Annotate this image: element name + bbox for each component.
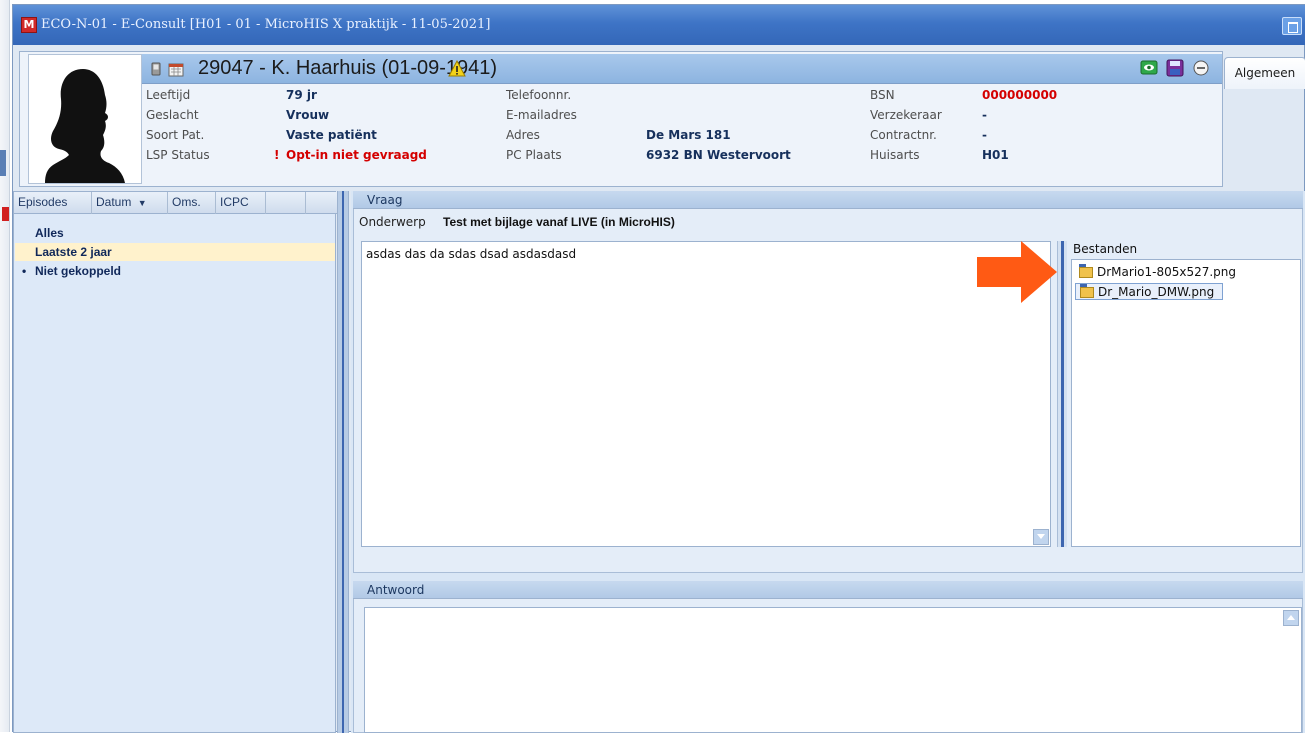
soort-pat-value: Vaste patiënt <box>286 128 377 142</box>
leeftijd-label: Leeftijd <box>146 88 191 102</box>
sort-descending-icon: ▼ <box>137 198 147 208</box>
huisarts-label: Huisarts <box>870 148 920 162</box>
column-filler <box>266 192 306 214</box>
warning-icon[interactable] <box>448 60 466 78</box>
image-file-icon <box>1079 264 1093 278</box>
restore-window-button[interactable] <box>1282 17 1302 35</box>
consult-area: Vraag Onderwerp Test met bijlage vanaf L… <box>351 191 1305 733</box>
verzekeraar-label: Verzekeraar <box>870 108 942 122</box>
patient-banner: 29047 - K. Haarhuis (01-09-1941) Leeftij… <box>19 51 1223 187</box>
vraag-body: asdas das da sdas dsad asdasdasd <box>366 247 577 261</box>
episodes-column-header: Episodes Datum ▼ Oms. ICPC <box>14 192 337 214</box>
adres-label: Adres <box>506 128 540 142</box>
onderwerp-value: Test met bijlage vanaf LIVE (in MicroHIS… <box>443 215 675 229</box>
telefoonnr-label: Telefoonnr. <box>506 88 572 102</box>
lsp-status-value[interactable]: Opt-in niet gevraagd <box>286 148 427 162</box>
column-icpc[interactable]: ICPC <box>216 192 266 214</box>
tab-algemeen[interactable]: Algemeen <box>1224 57 1305 89</box>
episode-row-niet-gekoppeld[interactable]: • Niet gekoppeld <box>15 262 335 280</box>
bestanden-label: Bestanden <box>1073 242 1138 256</box>
lsp-status-label: LSP Status <box>146 148 210 162</box>
background-window-marker <box>2 207 9 221</box>
contractnr-label: Contractnr. <box>870 128 937 142</box>
episode-row-laatste-2-jaar[interactable]: Laatste 2 jaar <box>15 243 335 261</box>
episode-row-label: Laatste 2 jaar <box>35 245 112 259</box>
background-window-edge <box>0 0 10 732</box>
column-datum-label: Datum <box>96 195 132 209</box>
panel-splitter[interactable] <box>337 191 349 733</box>
bestanden-splitter[interactable] <box>1057 241 1067 547</box>
bestanden-list[interactable]: DrMario1-805x527.png Dr_Mario_DMW.png <box>1071 259 1301 547</box>
antwoord-scroll-up-button[interactable] <box>1283 610 1299 626</box>
episode-row-label: Alles <box>35 226 64 240</box>
female-silhouette-icon <box>45 69 125 183</box>
bsn-value: 000000000 <box>982 88 1058 102</box>
verzekeraar-value: - <box>982 108 987 122</box>
title-bar[interactable]: M ECO-N-01 - E-Consult [H01 - 01 - Micro… <box>13 5 1305 45</box>
leeftijd-value: 79 jr <box>286 88 317 102</box>
vraag-body-text[interactable]: asdas das da sdas dsad asdasdasd <box>361 241 1051 547</box>
vraag-group-header: Vraag <box>353 191 1303 209</box>
window-title: ECO-N-01 - E-Consult [H01 - 01 - MicroHI… <box>41 17 491 32</box>
column-episodes[interactable]: Episodes <box>14 192 92 214</box>
file-item-selected[interactable]: Dr_Mario_DMW.png <box>1075 283 1224 300</box>
antwoord-input[interactable] <box>364 607 1302 733</box>
collapse-icon[interactable] <box>1192 59 1210 77</box>
pc-plaats-label: PC Plaats <box>506 148 562 162</box>
episodes-panel: Episodes Datum ▼ Oms. ICPC Alles Laatste… <box>13 191 337 733</box>
bsn-label: BSN <box>870 88 895 102</box>
column-datum[interactable]: Datum ▼ <box>92 192 168 214</box>
file-item[interactable]: DrMario1-805x527.png <box>1075 264 1244 281</box>
episode-row-label: Niet gekoppeld <box>35 264 122 278</box>
onderwerp-label: Onderwerp <box>359 215 426 229</box>
eye-icon[interactable] <box>1140 59 1158 77</box>
background-window-marker <box>0 150 6 176</box>
column-oms[interactable]: Oms. <box>168 192 216 214</box>
app-icon: M <box>21 17 37 33</box>
geslacht-value: Vrouw <box>286 108 330 122</box>
vraag-scroll-down-button[interactable] <box>1033 529 1049 545</box>
geslacht-label: Geslacht <box>146 108 199 122</box>
pc-plaats-value: 6932 BN Westervoort <box>646 148 791 162</box>
emailadres-label: E-mailadres <box>506 108 577 122</box>
adres-value: De Mars 181 <box>646 128 731 142</box>
soort-pat-label: Soort Pat. <box>146 128 205 142</box>
bullet-icon: • <box>22 264 27 278</box>
antwoord-group <box>353 599 1303 733</box>
episode-row-alles[interactable]: Alles <box>15 224 335 242</box>
huisarts-value: H01 <box>982 148 1009 162</box>
image-file-icon <box>1080 284 1094 298</box>
file-name: DrMario1-805x527.png <box>1097 265 1237 279</box>
contractnr-value: - <box>982 128 987 142</box>
file-name: Dr_Mario_DMW.png <box>1098 285 1215 299</box>
calendar-icon[interactable] <box>168 61 184 77</box>
patient-header: 29047 - K. Haarhuis (01-09-1941) <box>142 54 1222 84</box>
econsult-window: M ECO-N-01 - E-Consult [H01 - 01 - Micro… <box>12 4 1305 733</box>
patient-photo <box>28 54 142 184</box>
antwoord-group-header: Antwoord <box>353 581 1303 599</box>
lsp-status-alert-icon: ! <box>274 148 280 162</box>
annotation-arrow-icon <box>977 241 1057 303</box>
phone-icon[interactable] <box>148 61 164 77</box>
save-icon[interactable] <box>1166 59 1184 77</box>
